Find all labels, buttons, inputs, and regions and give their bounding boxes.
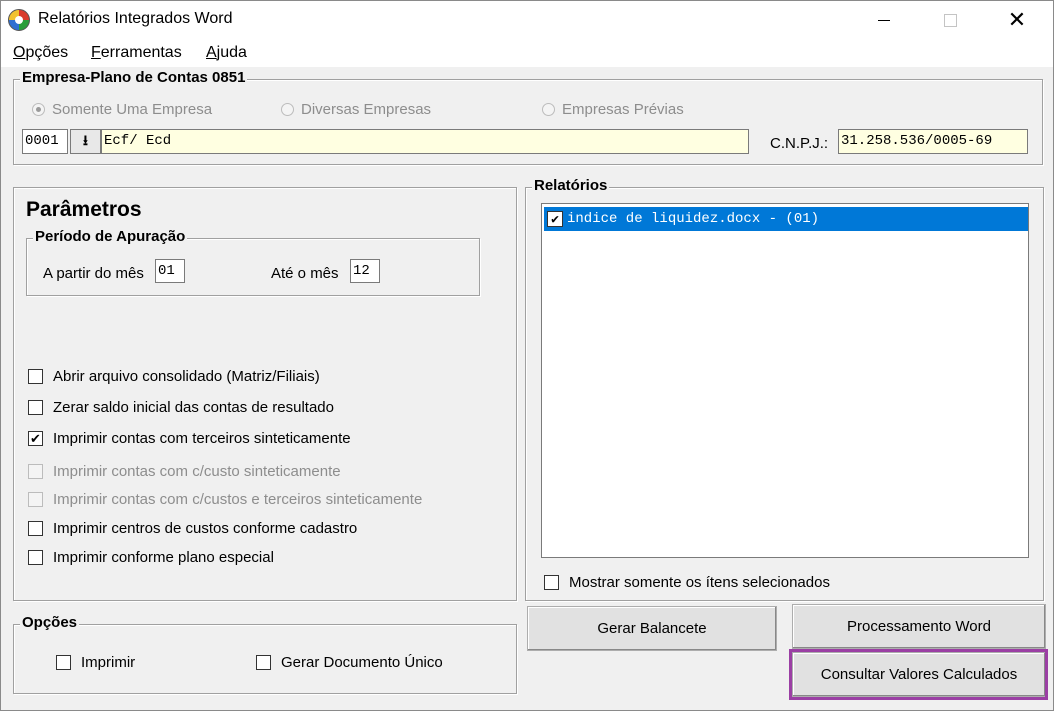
radio-icon xyxy=(281,103,294,116)
menu-opcoes[interactable]: Opções xyxy=(13,44,68,62)
opcoes-group: Opções Imprimir Gerar Documento Único xyxy=(13,614,517,694)
minimize-icon xyxy=(878,19,890,21)
maximize-icon xyxy=(943,13,957,27)
checkbox-icon xyxy=(28,521,43,536)
to-month-field[interactable]: 12 xyxy=(350,259,380,283)
periodo-group: Período de Apuração A partir do mês 01 A… xyxy=(26,228,480,296)
check-imprimir-ccustos-terceiros: Imprimir contas com c/custos e terceiros… xyxy=(28,491,422,508)
checkbox-icon xyxy=(28,464,43,479)
checkbox-icon xyxy=(28,369,43,384)
check-mostrar-selecionados[interactable]: Mostrar somente os ítens selecionados xyxy=(544,574,830,591)
checkbox-icon xyxy=(28,550,43,565)
title-bar: Relatórios Integrados Word ✕ xyxy=(1,1,1053,39)
from-month-label: A partir do mês xyxy=(43,265,144,282)
checkbox-icon xyxy=(56,655,71,670)
check-abrir-consolidado[interactable]: Abrir arquivo consolidado (Matriz/Filiai… xyxy=(28,368,320,385)
processamento-word-button[interactable]: Processamento Word xyxy=(792,604,1046,649)
menu-ajuda[interactable]: Ajuda xyxy=(206,44,247,62)
opcoes-title: Opções xyxy=(20,614,80,631)
relatorios-title: Relatórios xyxy=(532,177,610,194)
empresa-group: Empresa-Plano de Contas 0851 Somente Uma… xyxy=(13,69,1043,165)
parametros-group: Parâmetros Período de Apuração A partir … xyxy=(13,187,517,601)
to-month-label: Até o mês xyxy=(271,265,339,282)
maximize-button xyxy=(927,1,973,39)
cnpj-field[interactable]: 31.258.536/0005-69 xyxy=(838,129,1028,154)
check-zerar-saldo[interactable]: Zerar saldo inicial das contas de result… xyxy=(28,399,334,416)
from-month-field[interactable]: 01 xyxy=(155,259,185,283)
empresa-group-title: Empresa-Plano de Contas 0851 xyxy=(20,69,248,86)
minimize-button[interactable] xyxy=(861,1,907,39)
check-gerar-documento-unico[interactable]: Gerar Documento Único xyxy=(256,654,443,671)
menu-ferramentas[interactable]: Ferramentas xyxy=(91,44,182,62)
lookup-button[interactable]: ⭳ xyxy=(70,129,101,154)
checkbox-icon xyxy=(256,655,271,670)
list-item[interactable]: ✔ indice de liquidez.docx - (01) xyxy=(544,207,1028,231)
empresa-name-field[interactable]: Ecf/ Ecd xyxy=(101,129,749,154)
download-arrow-icon: ⭳ xyxy=(83,131,88,148)
gerar-balancete-button[interactable]: Gerar Balancete xyxy=(527,606,777,651)
check-imprimir-centros[interactable]: Imprimir centros de custos conforme cada… xyxy=(28,520,357,537)
relatorios-list[interactable]: ✔ indice de liquidez.docx - (01) xyxy=(541,203,1029,558)
empresa-code-field[interactable]: 0001 xyxy=(22,129,68,154)
menu-bar: Opções Ferramentas Ajuda xyxy=(1,39,1053,67)
radio-somente-uma-empresa: Somente Uma Empresa xyxy=(32,101,212,118)
app-window: Relatórios Integrados Word ✕ Opções Ferr… xyxy=(0,0,1054,711)
periodo-title: Período de Apuração xyxy=(33,228,188,245)
check-imprimir-ccusto: Imprimir contas com c/custo sinteticamen… xyxy=(28,463,341,480)
radio-diversas-empresas: Diversas Empresas xyxy=(281,101,431,118)
radio-empresas-previas: Empresas Prévias xyxy=(542,101,684,118)
app-logo-icon xyxy=(8,9,30,31)
parametros-title: Parâmetros xyxy=(26,198,142,221)
check-imprimir[interactable]: Imprimir xyxy=(56,654,135,671)
cnpj-label: C.N.P.J.: xyxy=(770,135,829,152)
close-icon: ✕ xyxy=(1007,7,1027,32)
checkbox-icon xyxy=(544,575,559,590)
check-imprimir-terceiros[interactable]: ✔ Imprimir contas com terceiros sintetica… xyxy=(28,430,351,447)
check-plano-especial[interactable]: Imprimir conforme plano especial xyxy=(28,549,274,566)
window-title: Relatórios Integrados Word xyxy=(38,10,233,27)
checkbox-icon xyxy=(28,492,43,507)
highlight-frame xyxy=(789,649,1048,700)
radio-icon xyxy=(542,103,555,116)
checkmark-icon: ✔ xyxy=(28,431,43,446)
checkbox-icon xyxy=(28,400,43,415)
close-button[interactable]: ✕ xyxy=(994,1,1040,39)
checkmark-icon[interactable]: ✔ xyxy=(547,211,563,227)
radio-selected-icon xyxy=(32,103,45,116)
